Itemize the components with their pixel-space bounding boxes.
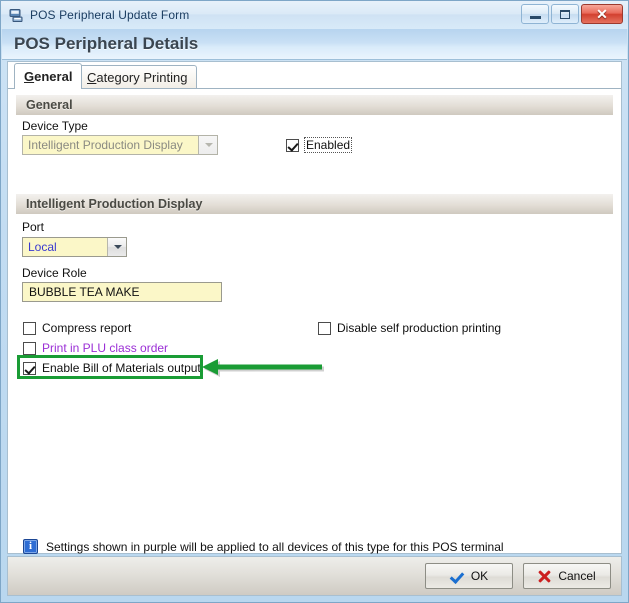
ok-button[interactable]: OK <box>425 563 513 589</box>
enabled-label: Enabled <box>304 137 353 153</box>
tab-category-printing-accel: C <box>87 70 97 85</box>
tab-underline <box>8 88 621 89</box>
maximize-button[interactable] <box>551 4 579 24</box>
compress-report-checkbox[interactable] <box>23 321 36 335</box>
group-header-device-label: Intelligent Production Display <box>26 197 203 211</box>
port-label: Port <box>22 220 45 234</box>
dialog-header: POS Peripheral Details <box>2 29 627 60</box>
left-arrow-annotation <box>202 355 324 379</box>
device-role-label: Device Role <box>22 266 87 280</box>
enabled-checkbox[interactable] <box>286 138 299 152</box>
close-icon: ✕ <box>596 6 608 22</box>
ok-button-label: OK <box>470 569 489 583</box>
chevron-down-icon <box>113 245 122 249</box>
check-icon <box>450 570 464 582</box>
disable-self-production-printing-label: Disable self production printing <box>337 321 502 335</box>
window-controls: ✕ <box>521 4 623 24</box>
tab-general[interactable]: General <box>14 63 83 89</box>
tab-general-label: eneral <box>34 69 73 84</box>
tab-general-accel: G <box>24 69 35 84</box>
device-type-value: Intelligent Production Display <box>28 138 183 152</box>
print-plu-class-order-checkbox[interactable] <box>23 341 36 355</box>
maximize-icon <box>560 9 570 19</box>
info-text: Settings shown in purple will be applied… <box>46 539 504 554</box>
disable-self-production-printing-checkbox[interactable] <box>318 321 331 335</box>
group-header-device: Intelligent Production Display <box>16 194 613 214</box>
tab-category-printing-label: ategory Printing <box>96 70 188 85</box>
window-title: POS Peripheral Update Form <box>30 8 190 22</box>
print-plu-class-order-row[interactable]: Print in PLU class order <box>23 341 168 355</box>
device-role-input[interactable]: BUBBLE TEA MAKE <box>22 282 222 302</box>
pos-peripheral-icon <box>8 7 24 23</box>
minimize-icon <box>529 15 541 19</box>
port-combo[interactable]: Local <box>22 237 127 257</box>
enabled-checkbox-row[interactable]: Enabled <box>286 137 353 153</box>
client-area: General Category Printing General Device… <box>7 61 622 554</box>
device-type-combo[interactable]: Intelligent Production Display <box>22 135 218 155</box>
pos-peripheral-update-window: POS Peripheral Update Form ✕ POS Periphe… <box>0 0 629 603</box>
disable-self-production-printing-row[interactable]: Disable self production printing <box>318 321 501 335</box>
title-bar[interactable]: POS Peripheral Update Form ✕ <box>1 1 628 29</box>
enable-bom-output-checkbox[interactable] <box>23 361 36 375</box>
dialog-button-panel: OK Cancel <box>7 556 622 596</box>
compress-report-label: Compress report <box>42 321 132 335</box>
enable-bom-output-row[interactable]: Enable Bill of Materials output <box>23 361 201 375</box>
tab-strip: General Category Printing <box>8 62 621 89</box>
tab-page-general: General Device Type Intelligent Producti… <box>8 89 621 554</box>
cancel-button[interactable]: Cancel <box>523 563 611 589</box>
cancel-button-label: Cancel <box>558 569 596 583</box>
info-line: i Settings shown in purple will be appli… <box>23 539 504 554</box>
enable-bom-output-label: Enable Bill of Materials output <box>42 361 201 375</box>
information-icon: i <box>23 539 38 554</box>
port-dropdown-button[interactable] <box>107 238 126 256</box>
device-type-dropdown-button[interactable] <box>198 136 217 154</box>
chevron-down-icon <box>204 143 213 147</box>
close-button[interactable]: ✕ <box>581 4 623 24</box>
minimize-button[interactable] <box>521 4 549 24</box>
port-value: Local <box>28 240 57 254</box>
group-header-general-label: General <box>26 98 73 112</box>
cross-icon <box>538 570 551 583</box>
print-plu-class-order-label: Print in PLU class order <box>42 341 169 355</box>
device-type-label: Device Type <box>22 119 88 133</box>
group-header-general: General <box>16 95 613 115</box>
compress-report-row[interactable]: Compress report <box>23 321 131 335</box>
tab-category-printing[interactable]: Category Printing <box>77 65 198 89</box>
page-title: POS Peripheral Details <box>14 34 199 53</box>
